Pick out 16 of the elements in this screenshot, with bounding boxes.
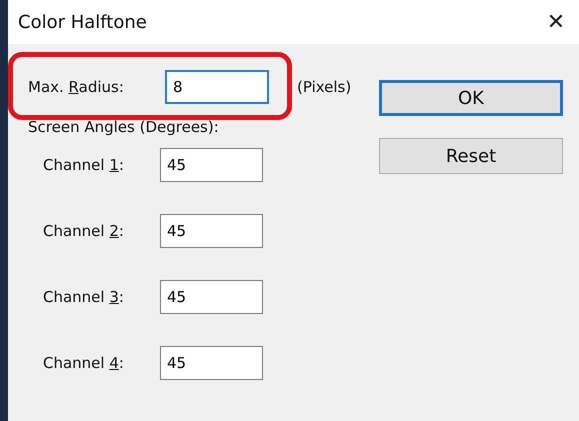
angle-field[interactable]: 45 [160, 346, 263, 380]
field-label: Channel 1: [43, 156, 125, 174]
field-label: Channel 3: [43, 288, 125, 306]
dialog-button[interactable]: OK [379, 80, 563, 116]
angle-field[interactable]: 45 [160, 214, 263, 248]
unit-label: (Pixels) [297, 78, 352, 96]
window-title: Color Halftone [18, 12, 147, 32]
radius-field[interactable]: 8 [165, 70, 269, 104]
section-heading: Screen Angles (Degrees): [28, 118, 220, 136]
field-label: Channel 2: [43, 222, 125, 240]
close-button[interactable]: ✕ [533, 0, 579, 44]
field-label: Max. Radius: [28, 78, 125, 96]
field-label: Channel 4: [43, 354, 125, 372]
angle-field[interactable]: 45 [160, 148, 263, 182]
angle-field[interactable]: 45 [160, 280, 263, 314]
dialog-button[interactable]: Reset [379, 138, 563, 174]
